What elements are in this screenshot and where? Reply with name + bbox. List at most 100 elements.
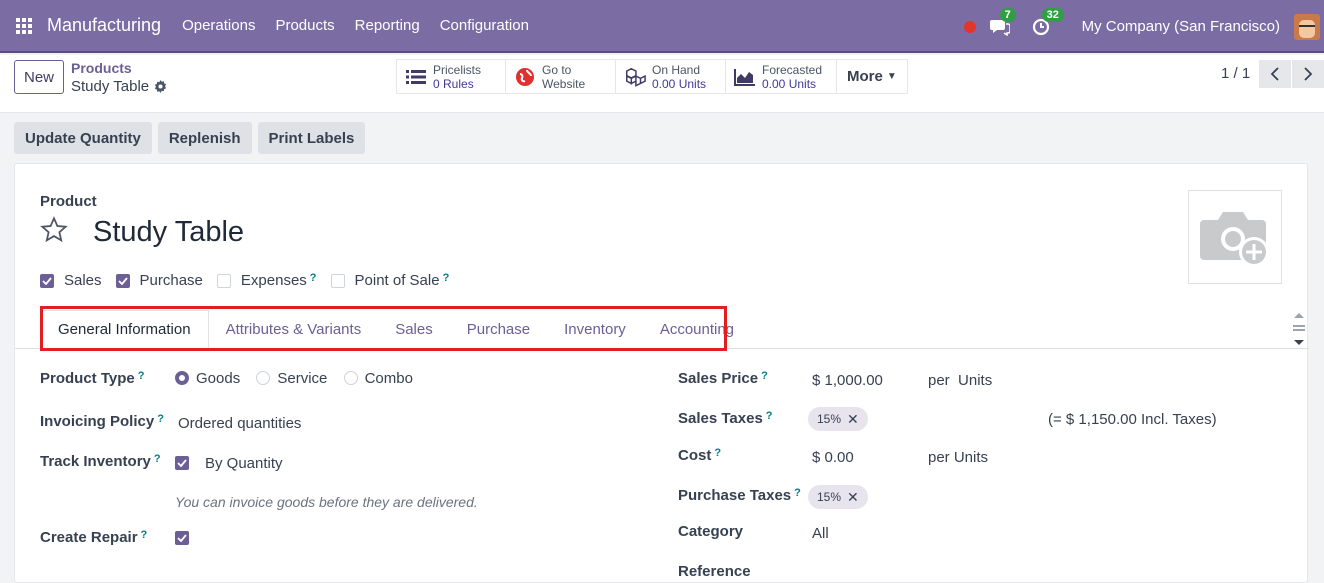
expenses-checkbox-label: Expenses? [241,272,317,289]
create-repair-label-text: Create Repair [40,529,138,546]
point-of-sale-checkbox-label: Point of Sale? [355,272,450,289]
reference-label: Reference [678,563,751,580]
goods-radio[interactable]: Goods [175,370,240,387]
breadcrumb-current: Study Table [71,78,167,95]
sales-price-label: Sales Price? [678,370,768,387]
menu-products[interactable]: Products [275,17,334,34]
purchase-taxes-label-text: Purchase Taxes [678,487,792,504]
sales-taxes-label-text: Sales Taxes [678,410,763,427]
update-quantity-button[interactable]: Update Quantity [14,122,152,154]
breadcrumb-products-link[interactable]: Products [71,60,132,76]
messages-button[interactable]: 7 [989,7,1016,38]
messages-count-badge: 7 [999,7,1016,22]
chevron-left-icon [1270,67,1279,81]
replenish-button[interactable]: Replenish [157,122,252,154]
radio-selected-icon [175,371,189,385]
go-to-title: Go to [542,62,572,77]
track-inventory-checkbox[interactable] [175,456,189,470]
print-labels-button[interactable]: Print Labels [257,122,366,154]
menu-reporting[interactable]: Reporting [355,17,420,34]
point-of-sale-label-text: Point of Sale [354,272,440,289]
forecasted-title: Forecasted [762,62,823,77]
create-repair-checkbox[interactable] [175,531,189,545]
area-chart-icon [734,67,756,87]
scrollbar-handle[interactable] [1291,311,1307,347]
user-avatar[interactable] [1294,13,1320,40]
radio-empty-icon [256,371,271,385]
website-label: Website [542,76,586,91]
incl-taxes-text: (= $ 1,150.00 Incl. Taxes) [1048,411,1217,428]
help-tooltip-icon[interactable]: ? [443,272,450,284]
purchase-checkbox[interactable] [115,273,130,288]
pricelists-smart-button[interactable]: Pricelists 0 Rules [397,60,506,93]
sales-checkbox-label: Sales [64,272,102,289]
list-icon [405,67,427,87]
help-tooltip-icon[interactable]: ? [714,447,721,459]
cost-unit: per Units [928,449,989,466]
cost-label: Cost? [678,447,721,464]
help-tooltip-icon[interactable]: ? [141,529,148,541]
point-of-sale-checkbox[interactable] [330,273,345,288]
gear-icon[interactable] [154,80,167,93]
activities-button[interactable]: 32 [1032,7,1064,38]
track-inventory-select[interactable]: By Quantity [205,455,283,472]
help-tooltip-icon[interactable]: ? [157,413,164,425]
help-tooltip-icon[interactable]: ? [794,487,801,499]
help-tooltip-icon[interactable]: ? [761,370,768,382]
service-radio[interactable]: Service [256,370,327,387]
pager-next-button[interactable] [1292,60,1324,88]
recording-dot-icon[interactable] [963,20,976,33]
star-icon[interactable] [40,216,68,244]
help-tooltip-icon[interactable]: ? [138,370,145,382]
on-hand-value: 0.00 Units [652,76,707,91]
sales-taxes-label: Sales Taxes? [678,410,773,427]
new-button[interactable]: New [14,60,64,94]
product-type-label-text: Product Type [40,370,135,387]
more-dropdown-button[interactable]: More ▼ [837,60,907,93]
apps-menu-icon[interactable] [16,17,32,34]
invoice-hint-text: You can invoice goods before they are de… [175,494,478,510]
product-label: Product [40,193,97,210]
cost-field[interactable]: $ 0.00 [812,449,854,466]
sales-checkbox[interactable] [40,273,54,288]
caret-down-icon: ▼ [886,71,897,82]
help-tooltip-icon[interactable]: ? [766,410,773,422]
help-tooltip-icon[interactable]: ? [154,453,161,465]
product-image-upload[interactable] [1188,190,1282,284]
remove-tag-icon[interactable]: ✕ [847,411,859,428]
sales-price-label-text: Sales Price [678,370,759,387]
app-name[interactable]: Manufacturing [47,15,161,36]
form-sheet: Product Study Table Sales Purchase Expen… [14,163,1309,583]
purchase-tax-tag[interactable]: 15% ✕ [808,485,868,509]
pager-previous-button[interactable] [1259,60,1291,88]
invoicing-policy-select[interactable]: Ordered quantities [178,415,301,432]
go-to-website-smart-button[interactable]: Go to Website [506,60,616,93]
expenses-checkbox[interactable] [216,273,231,288]
forecasted-smart-button[interactable]: Forecasted 0.00 Units [726,60,837,93]
product-options: Sales Purchase Expenses? Point of Sale? [40,272,463,289]
globe-icon [514,67,536,87]
invoicing-policy-label-text: Invoicing Policy [40,413,155,430]
sales-tax-tag[interactable]: 15% ✕ [808,407,868,431]
menu-operations[interactable]: Operations [182,17,255,34]
help-tooltip-icon[interactable]: ? [310,272,317,284]
forecasted-value: 0.00 Units [762,76,817,91]
company-switcher[interactable]: My Company (San Francisco) [1082,18,1280,35]
top-navbar: Manufacturing Operations Products Report… [0,0,1324,53]
create-repair-label: Create Repair? [40,529,147,546]
on-hand-smart-button[interactable]: On Hand 0.00 Units [616,60,726,93]
pricelists-title: Pricelists [433,62,482,77]
menu-configuration[interactable]: Configuration [440,17,529,34]
category-label: Category [678,523,744,540]
combo-radio[interactable]: Combo [343,370,413,387]
purchase-tax-tag-label: 15% [817,490,842,504]
service-label: Service [277,370,328,387]
track-inventory-label: Track Inventory? [40,453,161,470]
remove-tag-icon[interactable]: ✕ [847,489,859,506]
camera-plus-icon [1200,212,1269,267]
category-field[interactable]: All [812,525,829,542]
sales-price-field[interactable]: $ 1,000.00 [812,372,883,389]
pager-value[interactable]: 1 / 1 [1221,65,1250,82]
smart-buttons: Pricelists 0 Rules Go to Website On Hand 0.… [396,59,908,94]
product-name-field[interactable]: Study Table [93,216,244,249]
